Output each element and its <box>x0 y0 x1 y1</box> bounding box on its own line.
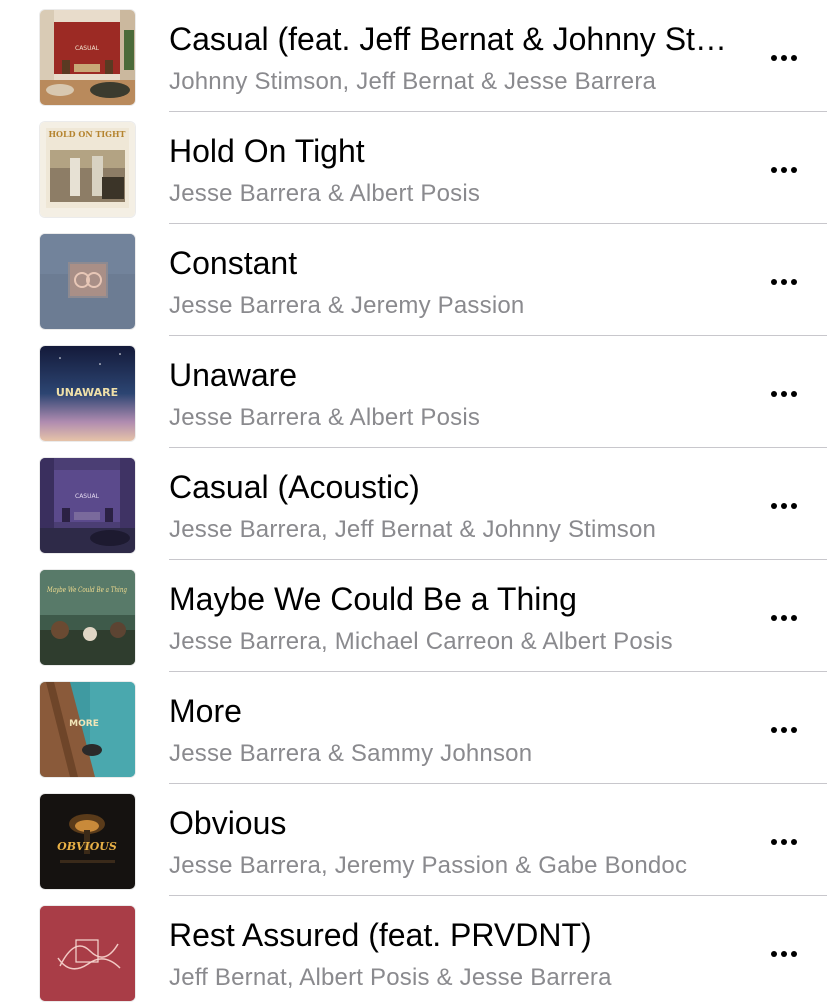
ellipsis-icon[interactable] <box>760 486 808 526</box>
song-artist: Jesse Barrera, Michael Carreon & Albert … <box>169 628 673 655</box>
song-title: Constant <box>169 245 298 281</box>
ellipsis-icon[interactable] <box>760 38 808 78</box>
song-row[interactable]: OBVIOUS Obvious Jesse Barrera, Jeremy Pa… <box>0 784 827 896</box>
ellipsis-icon[interactable] <box>760 710 808 750</box>
song-artist: Jesse Barrera & Albert Posis <box>169 180 481 207</box>
art-text: OBVIOUS <box>57 840 117 853</box>
ellipsis-icon[interactable] <box>760 150 808 190</box>
album-artwork: OBVIOUS <box>40 794 135 889</box>
art-text: Maybe We Could Be a Thing <box>46 586 127 594</box>
song-artist: Jesse Barrera, Jeff Bernat & Johnny Stim… <box>169 516 657 543</box>
art-text: MORE <box>69 719 99 729</box>
ellipsis-icon[interactable] <box>760 598 808 638</box>
song-row[interactable]: UNAWARE Unaware Jesse Barrera & Albert P… <box>0 336 827 448</box>
song-title: Hold On Tight <box>169 133 365 169</box>
album-artwork <box>40 906 135 1001</box>
album-artwork: MORE <box>40 682 135 777</box>
song-artist: Jesse Barrera, Jeremy Passion & Gabe Bon… <box>169 852 688 879</box>
album-artwork: CASUAL <box>40 458 135 553</box>
art-text: CASUAL <box>75 45 100 52</box>
album-artwork: Maybe We Could Be a Thing <box>40 570 135 665</box>
song-row[interactable]: CASUAL Casual (Acoustic) Jesse Barrera, … <box>0 448 827 560</box>
song-artist: Jesse Barrera & Jeremy Passion <box>169 292 525 319</box>
song-title: Casual (feat. Jeff Bernat & Johnny Stims… <box>169 21 729 57</box>
song-title: More <box>169 693 242 729</box>
album-artwork <box>40 234 135 329</box>
album-artwork: CASUAL <box>40 10 135 105</box>
song-row[interactable]: Constant Jesse Barrera & Jeremy Passion <box>0 224 827 336</box>
song-row[interactable]: MORE More Jesse Barrera & Sammy Johnson <box>0 672 827 784</box>
ellipsis-icon[interactable] <box>760 374 808 414</box>
song-row[interactable]: HOLD ON TIGHT Hold On Tight Jesse Barrer… <box>0 112 827 224</box>
song-artist: Jesse Barrera & Albert Posis <box>169 404 481 431</box>
album-artwork: UNAWARE <box>40 346 135 441</box>
art-text: HOLD ON TIGHT <box>49 129 126 139</box>
ellipsis-icon[interactable] <box>760 934 808 974</box>
ellipsis-icon[interactable] <box>760 262 808 302</box>
song-title: Maybe We Could Be a Thing <box>169 581 577 617</box>
song-title: Rest Assured (feat. PRVDNT) <box>169 917 592 953</box>
song-artist: Jesse Barrera & Sammy Johnson <box>169 740 533 767</box>
art-text: UNAWARE <box>56 386 118 399</box>
song-title: Obvious <box>169 805 287 841</box>
song-artist: Jeff Bernat, Albert Posis & Jesse Barrer… <box>169 964 612 991</box>
song-title: Unaware <box>169 357 298 393</box>
art-text: CASUAL <box>75 493 100 500</box>
song-list: CASUAL Casual (feat. Jeff Bernat & Johnn… <box>0 0 827 1003</box>
album-artwork: HOLD ON TIGHT <box>40 122 135 217</box>
song-title: Casual (Acoustic) <box>169 469 420 505</box>
ellipsis-icon[interactable] <box>760 822 808 862</box>
song-artist: Johnny Stimson, Jeff Bernat & Jesse Barr… <box>169 68 657 95</box>
song-row[interactable]: Rest Assured (feat. PRVDNT) Jeff Bernat,… <box>0 896 827 1008</box>
song-row[interactable]: Maybe We Could Be a Thing Maybe We Could… <box>0 560 827 672</box>
song-row[interactable]: CASUAL Casual (feat. Jeff Bernat & Johnn… <box>0 0 827 112</box>
